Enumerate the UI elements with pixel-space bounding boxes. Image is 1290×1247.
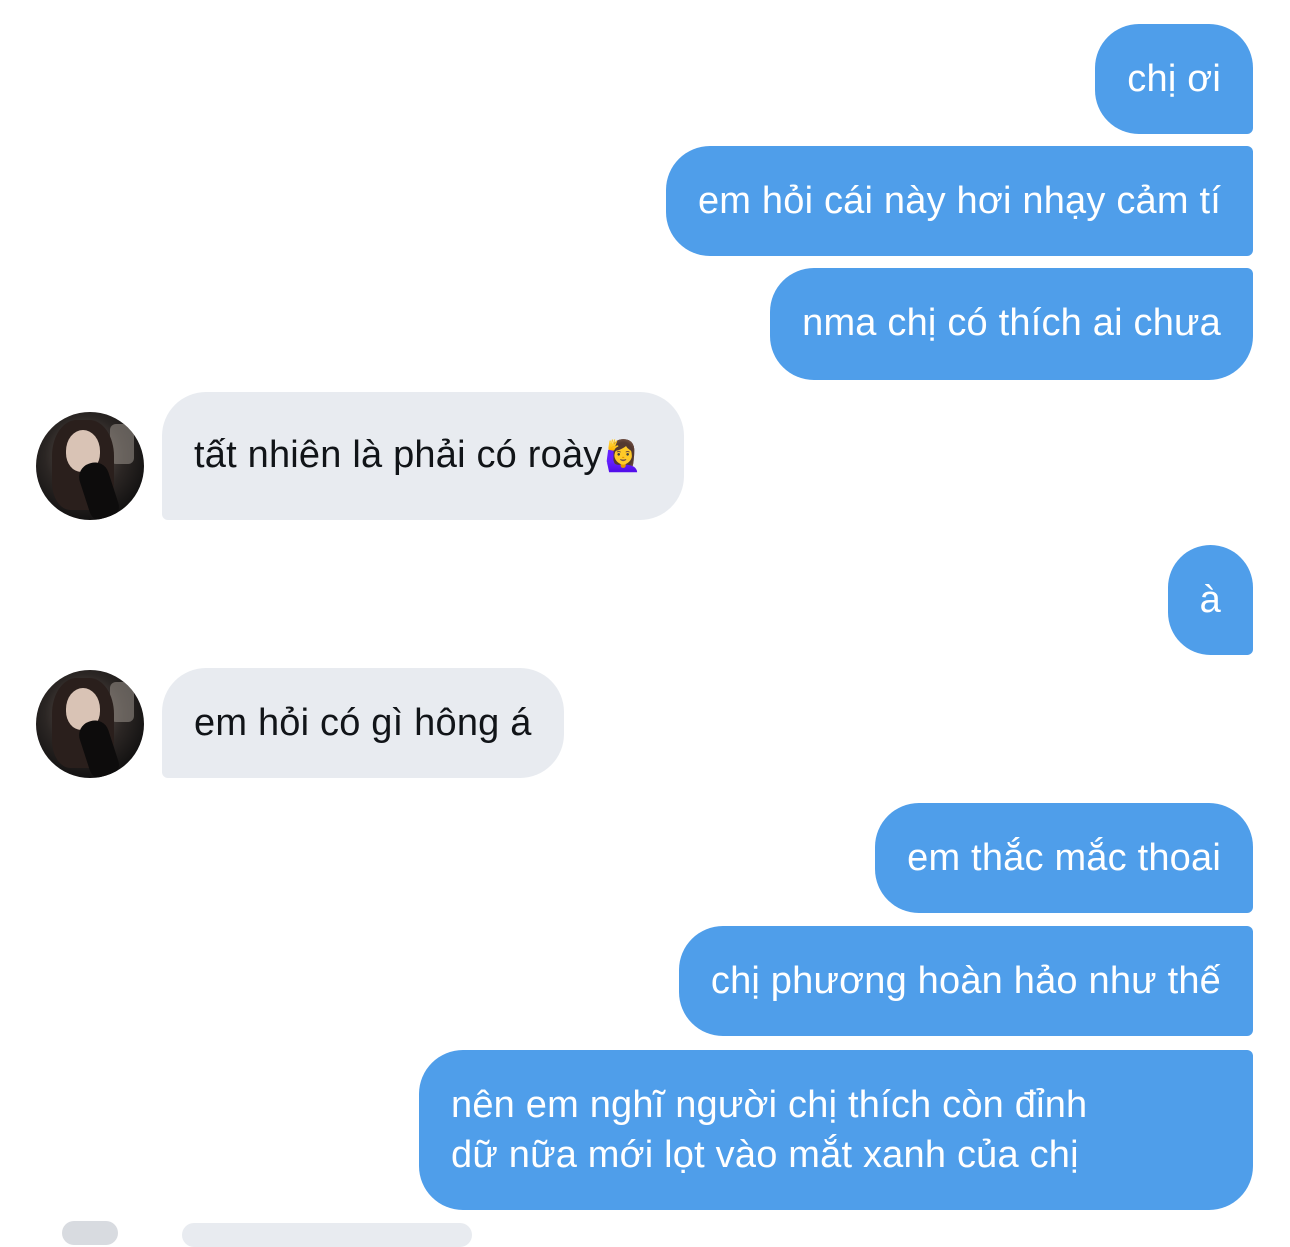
message-bubble-outgoing[interactable]: chị phương hoàn hảo như thế	[678, 926, 1253, 1036]
avatar-arm	[75, 458, 123, 520]
message-text: em hỏi có gì hông á	[194, 702, 532, 744]
message-bubble-incoming[interactable]: em hỏi có gì hông á	[162, 668, 564, 778]
message-bubble-outgoing[interactable]: chị ơi	[1095, 24, 1253, 134]
message-text: chị ơi	[1127, 58, 1221, 100]
message-bubble-incoming[interactable]: tất nhiên là phải có roày🙋‍♀️	[162, 392, 685, 520]
message-bubble-outgoing[interactable]: nma chị có thích ai chưa	[770, 268, 1253, 380]
message-text: em hỏi cái này hơi nhạy cảm tí	[697, 180, 1221, 222]
message-text-line-1: nên em nghĩ người chị thích còn đỉnh	[451, 1084, 1088, 1126]
message-bubble-outgoing[interactable]: em thắc mắc thoai	[875, 803, 1253, 913]
contact-avatar[interactable]	[36, 670, 144, 778]
woman-raising-hand-emoji: 🙋‍♀️	[604, 439, 643, 473]
partial-avatar	[62, 1221, 118, 1245]
message-text-line-2: dữ nữa mới lọt vào mắt xanh của chị	[451, 1134, 1079, 1176]
message-text: à	[1199, 579, 1221, 621]
avatar-arm	[75, 716, 123, 778]
message-text: tất nhiên là phải có roày	[194, 434, 603, 476]
contact-avatar[interactable]	[36, 412, 144, 520]
message-text: chị phương hoàn hảo như thế	[710, 960, 1221, 1002]
message-bubble-outgoing[interactable]: à	[1167, 545, 1253, 655]
message-text: nma chị có thích ai chưa	[802, 302, 1221, 344]
message-bubble-outgoing[interactable]: em hỏi cái này hơi nhạy cảm tí	[665, 146, 1253, 256]
message-bubble-outgoing[interactable]: nên em nghĩ người chị thích còn đỉnh dữ …	[419, 1050, 1253, 1210]
message-text: em thắc mắc thoai	[907, 837, 1221, 879]
